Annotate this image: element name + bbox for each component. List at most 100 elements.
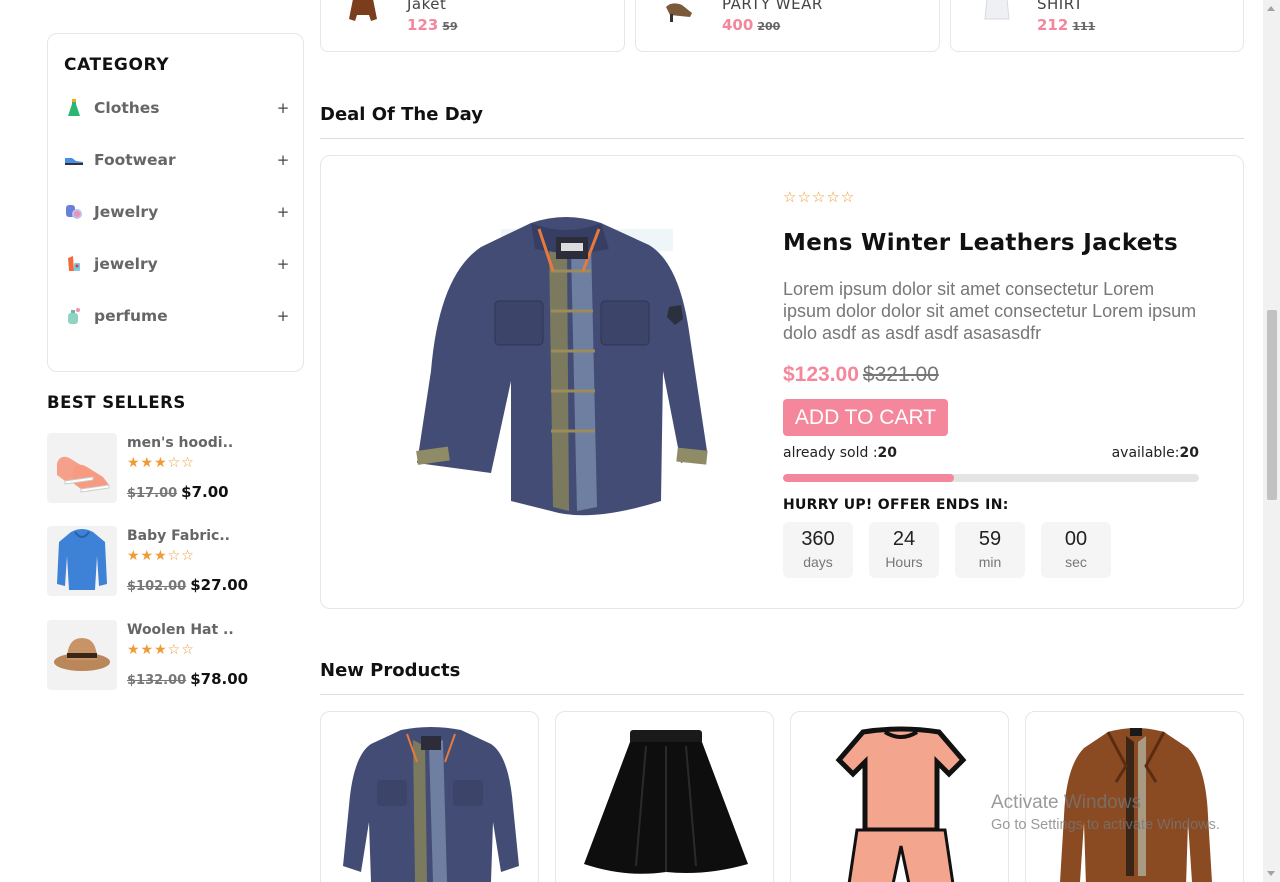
sneakers-image [47, 433, 117, 503]
stock-progress-bar [783, 474, 1199, 482]
best-seller-price: $102.00 $27.00 [127, 576, 249, 594]
jacket-image[interactable] [411, 211, 721, 531]
old-price: $17.00 [127, 486, 178, 501]
pink-tshirt-set-image [835, 726, 967, 882]
expand-plus-icon[interactable]: + [276, 307, 290, 325]
new-products-title: New Products [320, 660, 461, 681]
watermark-line2: Go to Settings to activate Windows. [991, 817, 1220, 833]
countdown-days: 360 days [783, 522, 853, 578]
category-label: Jewelry [94, 203, 159, 221]
best-seller-item[interactable]: men's hoodi.. ★★★☆☆ $17.00 $7.00 [47, 433, 307, 503]
countdown-value: 24 [892, 528, 916, 550]
heel-thumbnail [666, 3, 692, 22]
best-seller-name: Baby Fabric.. [127, 528, 230, 544]
expand-plus-icon[interactable]: + [276, 151, 290, 169]
expand-plus-icon[interactable]: + [276, 99, 290, 117]
best-seller-item[interactable]: Woolen Hat .. ★★★☆☆ $132.00 $78.00 [47, 620, 307, 690]
countdown-value: 59 [978, 528, 1002, 550]
category-title: CATEGORY [64, 55, 170, 75]
category-label: Clothes [94, 99, 160, 117]
top-product-name: PARTY WEAR [722, 0, 823, 13]
category-label: Footwear [94, 151, 176, 169]
denim-jacket-image [343, 727, 519, 882]
deal-section-title: Deal Of The Day [320, 104, 483, 125]
hat-image [47, 620, 117, 690]
sold-count: 20 [877, 445, 898, 461]
countdown-minutes: 59 min [955, 522, 1025, 578]
windows-activation-watermark: Activate Windows Go to Settings to activ… [991, 792, 1220, 833]
category-item-jewelry-lowercase[interactable]: jewelry + [64, 251, 290, 277]
section-divider [320, 694, 1244, 695]
scroll-down-arrow-icon[interactable] [1267, 871, 1275, 876]
product-card-denim-jacket[interactable] [320, 711, 539, 882]
best-seller-price: $132.00 $78.00 [127, 670, 249, 688]
category-item-jewelry[interactable]: Jewelry + [64, 199, 290, 225]
category-label: jewelry [94, 255, 158, 273]
available-text: available:20 [1111, 445, 1199, 461]
product-card-black-skirt[interactable] [555, 711, 774, 882]
deal-old-price: $321.00 [862, 363, 939, 386]
countdown-unit: days [803, 554, 833, 570]
stock-progress-fill [783, 474, 954, 482]
countdown-hours: 24 Hours [869, 522, 939, 578]
top-product-price: 400 200 [722, 16, 781, 34]
category-panel: CATEGORY Clothes + Footwear + Jewelry + … [47, 33, 304, 372]
scroll-up-arrow-icon[interactable] [1267, 6, 1275, 11]
offer-ends-label: HURRY UP! OFFER ENDS IN: [783, 497, 1009, 513]
dress-icon [64, 98, 84, 118]
top-product-name: Jaket [407, 0, 447, 13]
best-seller-name: men's hoodi.. [127, 435, 234, 451]
black-skirt-image [584, 730, 748, 874]
countdown-unit: Hours [885, 554, 923, 570]
countdown-seconds: 00 sec [1041, 522, 1111, 578]
best-sellers-title: BEST SELLERS [47, 393, 186, 412]
category-item-footwear[interactable]: Footwear + [64, 147, 290, 173]
old-price: $102.00 [127, 579, 187, 594]
top-product-card-jaket[interactable]: Jaket 123 59 [320, 0, 625, 52]
rating-stars: ★★★☆☆ [127, 548, 195, 564]
old-price: $132.00 [127, 673, 187, 688]
category-label: perfume [94, 307, 168, 325]
countdown-value: 00 [1064, 528, 1088, 550]
lipstick-icon [64, 254, 84, 274]
shoe-icon [64, 150, 84, 170]
page-scrollbar[interactable] [1263, 0, 1280, 882]
best-seller-price: $17.00 $7.00 [127, 483, 229, 501]
category-item-clothes[interactable]: Clothes + [64, 95, 290, 121]
top-product-card-shirt[interactable]: SHIRT 212 111 [950, 0, 1244, 52]
countdown-unit: sec [1065, 554, 1087, 570]
deal-price: $123.00 $321.00 [783, 363, 939, 387]
jacket-thumbnail [349, 0, 377, 21]
product-card-pink-tshirt-set[interactable] [790, 711, 1009, 882]
add-to-cart-button[interactable]: ADD TO CART [783, 399, 948, 436]
section-divider [320, 138, 1244, 139]
scrollbar-thumb[interactable] [1267, 310, 1277, 500]
perfume-icon [64, 306, 84, 326]
already-sold-text: already sold :20 [783, 445, 898, 461]
deal-product-name: Mens Winter Leathers Jackets [783, 230, 1178, 256]
top-product-old-price: 59 [442, 20, 458, 33]
expand-plus-icon[interactable]: + [276, 255, 290, 273]
watch-icon [64, 202, 84, 222]
top-product-price: 123 59 [407, 16, 458, 34]
best-seller-name: Woolen Hat .. [127, 622, 234, 638]
hoodie-image [47, 526, 117, 596]
best-seller-item[interactable]: Baby Fabric.. ★★★☆☆ $102.00 $27.00 [47, 526, 307, 596]
top-product-old-price: 111 [1072, 20, 1096, 33]
top-product-old-price: 200 [757, 20, 781, 33]
deal-card: ☆☆☆☆☆ Mens Winter Leathers Jackets Lorem… [320, 155, 1244, 609]
deal-rating-stars: ☆☆☆☆☆ [783, 188, 856, 206]
expand-plus-icon[interactable]: + [276, 203, 290, 221]
deal-current-price: $123.00 [783, 363, 859, 386]
top-product-price: 212 111 [1037, 16, 1096, 34]
watermark-line1: Activate Windows [991, 792, 1141, 813]
deal-description: Lorem ipsum dolor sit amet consectetur L… [783, 279, 1197, 343]
available-count: 20 [1179, 445, 1199, 461]
rating-stars: ★★★☆☆ [127, 642, 195, 658]
top-product-card-party-wear[interactable]: PARTY WEAR 400 200 [635, 0, 940, 52]
countdown-value: 360 [801, 528, 835, 550]
category-item-perfume[interactable]: perfume + [64, 303, 290, 329]
top-product-name: SHIRT [1037, 0, 1084, 13]
shirt-thumbnail [984, 0, 1010, 20]
rating-stars: ★★★☆☆ [127, 455, 195, 471]
